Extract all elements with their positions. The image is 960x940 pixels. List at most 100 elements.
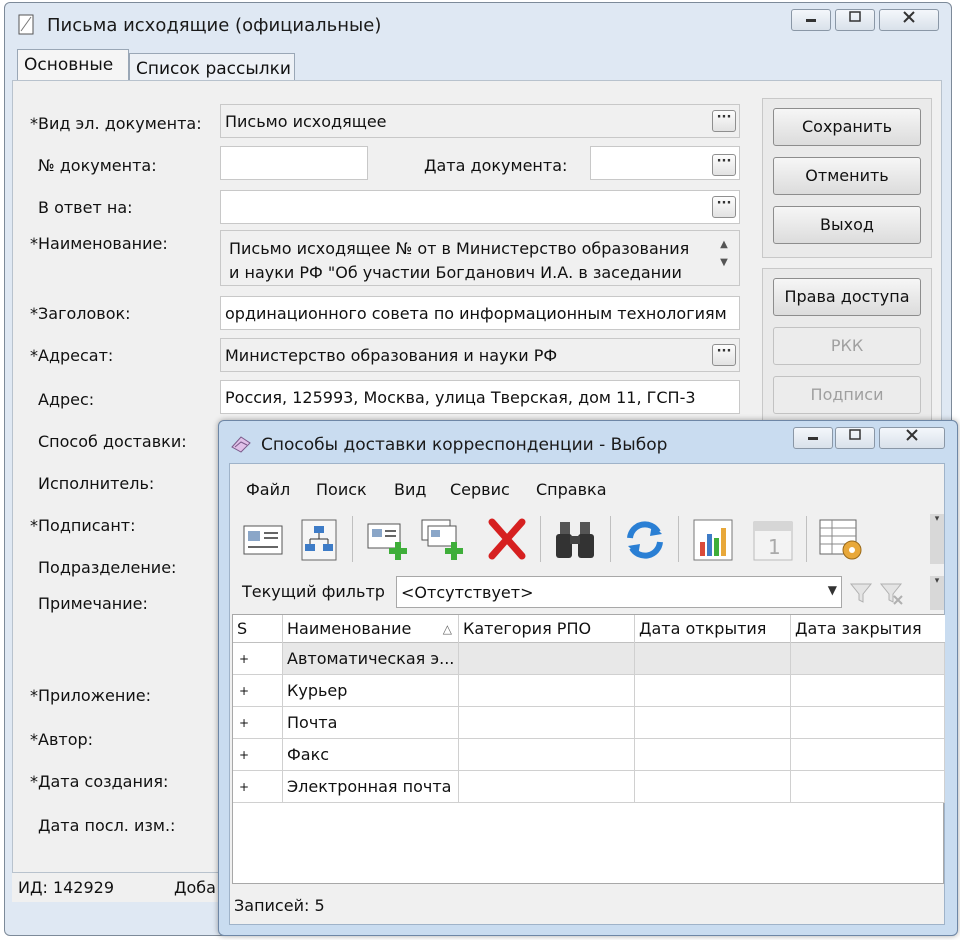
- filter-apply-icon[interactable]: [848, 578, 874, 606]
- menu-search[interactable]: Поиск: [316, 480, 367, 499]
- cell-status: +: [233, 707, 283, 739]
- cell-status: +: [233, 771, 283, 803]
- sort-ascending-icon: △: [442, 622, 452, 636]
- cell-name: Почта: [283, 707, 459, 739]
- table-settings-icon[interactable]: [818, 518, 864, 562]
- addressee-select-button[interactable]: ···: [712, 344, 736, 366]
- heading-label: *Заголовок:: [30, 304, 131, 323]
- doc-type-select-button[interactable]: ···: [712, 110, 736, 132]
- exit-button[interactable]: Выход: [773, 206, 921, 244]
- filter-clear-icon[interactable]: [878, 578, 904, 606]
- table-row[interactable]: + Почта: [233, 707, 945, 739]
- reply-to-select-button[interactable]: ···: [712, 196, 736, 218]
- cell-name: Факс: [283, 739, 459, 771]
- menu-help[interactable]: Справка: [536, 480, 607, 499]
- filter-value: <Отсутствует>: [401, 583, 534, 602]
- cell-category: [459, 675, 635, 707]
- col-category[interactable]: Категория РПО: [459, 615, 635, 643]
- cancel-button[interactable]: Отменить: [773, 157, 921, 195]
- delivery-label: Способ доставки:: [38, 432, 187, 451]
- filter-label: Текущий фильтр: [242, 582, 385, 601]
- cell-opened: [635, 739, 791, 771]
- dialog-minimize-button[interactable]: [793, 427, 833, 449]
- menu-view[interactable]: Вид: [394, 480, 426, 499]
- cell-status: +: [233, 643, 283, 675]
- save-button[interactable]: Сохранить: [773, 108, 921, 146]
- note-label: Примечание:: [38, 594, 148, 613]
- cell-closed: [791, 675, 945, 707]
- table-row[interactable]: + Курьер: [233, 675, 945, 707]
- heading-field[interactable]: ординационного совета по информационным …: [220, 296, 740, 330]
- dialog-app-icon: [231, 436, 251, 453]
- doc-type-label: *Вид эл. документа:: [30, 114, 202, 133]
- addressee-field[interactable]: Министерство образования и науки РФ: [220, 338, 740, 372]
- attachment-label: *Приложение:: [30, 686, 151, 705]
- doc-number-label: № документа:: [38, 156, 157, 175]
- doc-type-field[interactable]: Письмо исходящее: [220, 104, 740, 138]
- card-icon[interactable]: [240, 518, 286, 562]
- svg-text:1: 1: [768, 535, 781, 559]
- col-opened[interactable]: Дата открытия: [635, 615, 791, 643]
- table-row[interactable]: + Электронная почта: [233, 771, 945, 803]
- hierarchy-icon[interactable]: [296, 518, 342, 562]
- cell-closed: [791, 739, 945, 771]
- doc-date-picker-button[interactable]: ···: [712, 154, 736, 176]
- chart-icon[interactable]: [690, 518, 736, 562]
- cell-closed: [791, 643, 945, 675]
- author-label: *Автор:: [30, 730, 94, 749]
- minimize-icon: [808, 437, 818, 440]
- dialog-title: Способы доставки корреспонденции - Выбор: [261, 435, 668, 455]
- toolbar-separator: [540, 516, 541, 562]
- name-line-1: Письмо исходящее № от в Министерство обр…: [229, 239, 690, 258]
- toolbar-separator: [352, 516, 353, 562]
- cell-category: [459, 707, 635, 739]
- reply-to-field[interactable]: [220, 190, 740, 224]
- cell-name: Автоматическая э...: [283, 643, 459, 675]
- filter-select[interactable]: <Отсутствует> ▼: [396, 576, 842, 608]
- address-field[interactable]: Россия, 125993, Москва, улица Тверская, …: [220, 380, 740, 414]
- maximize-button[interactable]: [835, 9, 875, 31]
- add-record-icon[interactable]: [364, 518, 410, 562]
- close-icon: [903, 11, 915, 23]
- modified-label: Дата посл. изм.:: [38, 816, 176, 835]
- rkk-button[interactable]: РКК: [773, 327, 921, 365]
- access-rights-button[interactable]: Права доступа: [773, 278, 921, 316]
- menu-service[interactable]: Сервис: [450, 480, 510, 499]
- dialog-maximize-button[interactable]: [835, 427, 875, 449]
- minimize-button[interactable]: [791, 9, 831, 31]
- add-copy-icon[interactable]: [420, 518, 466, 562]
- cell-category: [459, 643, 635, 675]
- grid-header: S Наименование △ Категория РПО Дата откр…: [233, 615, 945, 643]
- col-status[interactable]: S: [233, 615, 283, 643]
- refresh-icon[interactable]: [622, 518, 668, 562]
- cell-opened: [635, 771, 791, 803]
- name-field[interactable]: Письмо исходящее № от в Министерство обр…: [220, 230, 740, 286]
- signatures-button[interactable]: Подписи: [773, 376, 921, 414]
- cell-opened: [635, 643, 791, 675]
- minimize-icon: [806, 19, 816, 22]
- table-row[interactable]: + Автоматическая э...: [233, 643, 945, 675]
- cell-closed: [791, 707, 945, 739]
- binoculars-icon[interactable]: [552, 518, 598, 562]
- name-scrollbar[interactable]: ▲ ▼: [716, 236, 732, 276]
- delete-icon[interactable]: [484, 516, 530, 560]
- calendar-icon[interactable]: 1: [750, 518, 796, 562]
- dialog-body: Файл Поиск Вид Сервис Справка 1 ▾ Текущи…: [229, 463, 945, 925]
- filter-overflow[interactable]: ▾: [930, 576, 944, 610]
- maximize-icon: [849, 429, 861, 440]
- doc-number-field[interactable]: [220, 146, 368, 180]
- col-closed[interactable]: Дата закрытия: [791, 615, 945, 643]
- reply-to-label: В ответ на:: [38, 198, 133, 217]
- toolbar-separator: [806, 516, 807, 562]
- cell-category: [459, 739, 635, 771]
- menu-file[interactable]: Файл: [246, 480, 290, 499]
- name-line-2: и науки РФ "Об участии Богданович И.А. в…: [229, 263, 682, 282]
- table-row[interactable]: + Факс: [233, 739, 945, 771]
- toolbar-overflow[interactable]: ▾: [930, 514, 944, 564]
- records-count: Записей: 5: [234, 896, 325, 915]
- col-name[interactable]: Наименование △: [283, 615, 459, 643]
- dialog-close-button[interactable]: [879, 427, 945, 449]
- close-button[interactable]: [879, 9, 939, 31]
- cell-name: Электронная почта: [283, 771, 459, 803]
- signer-label: *Подписант:: [30, 516, 136, 535]
